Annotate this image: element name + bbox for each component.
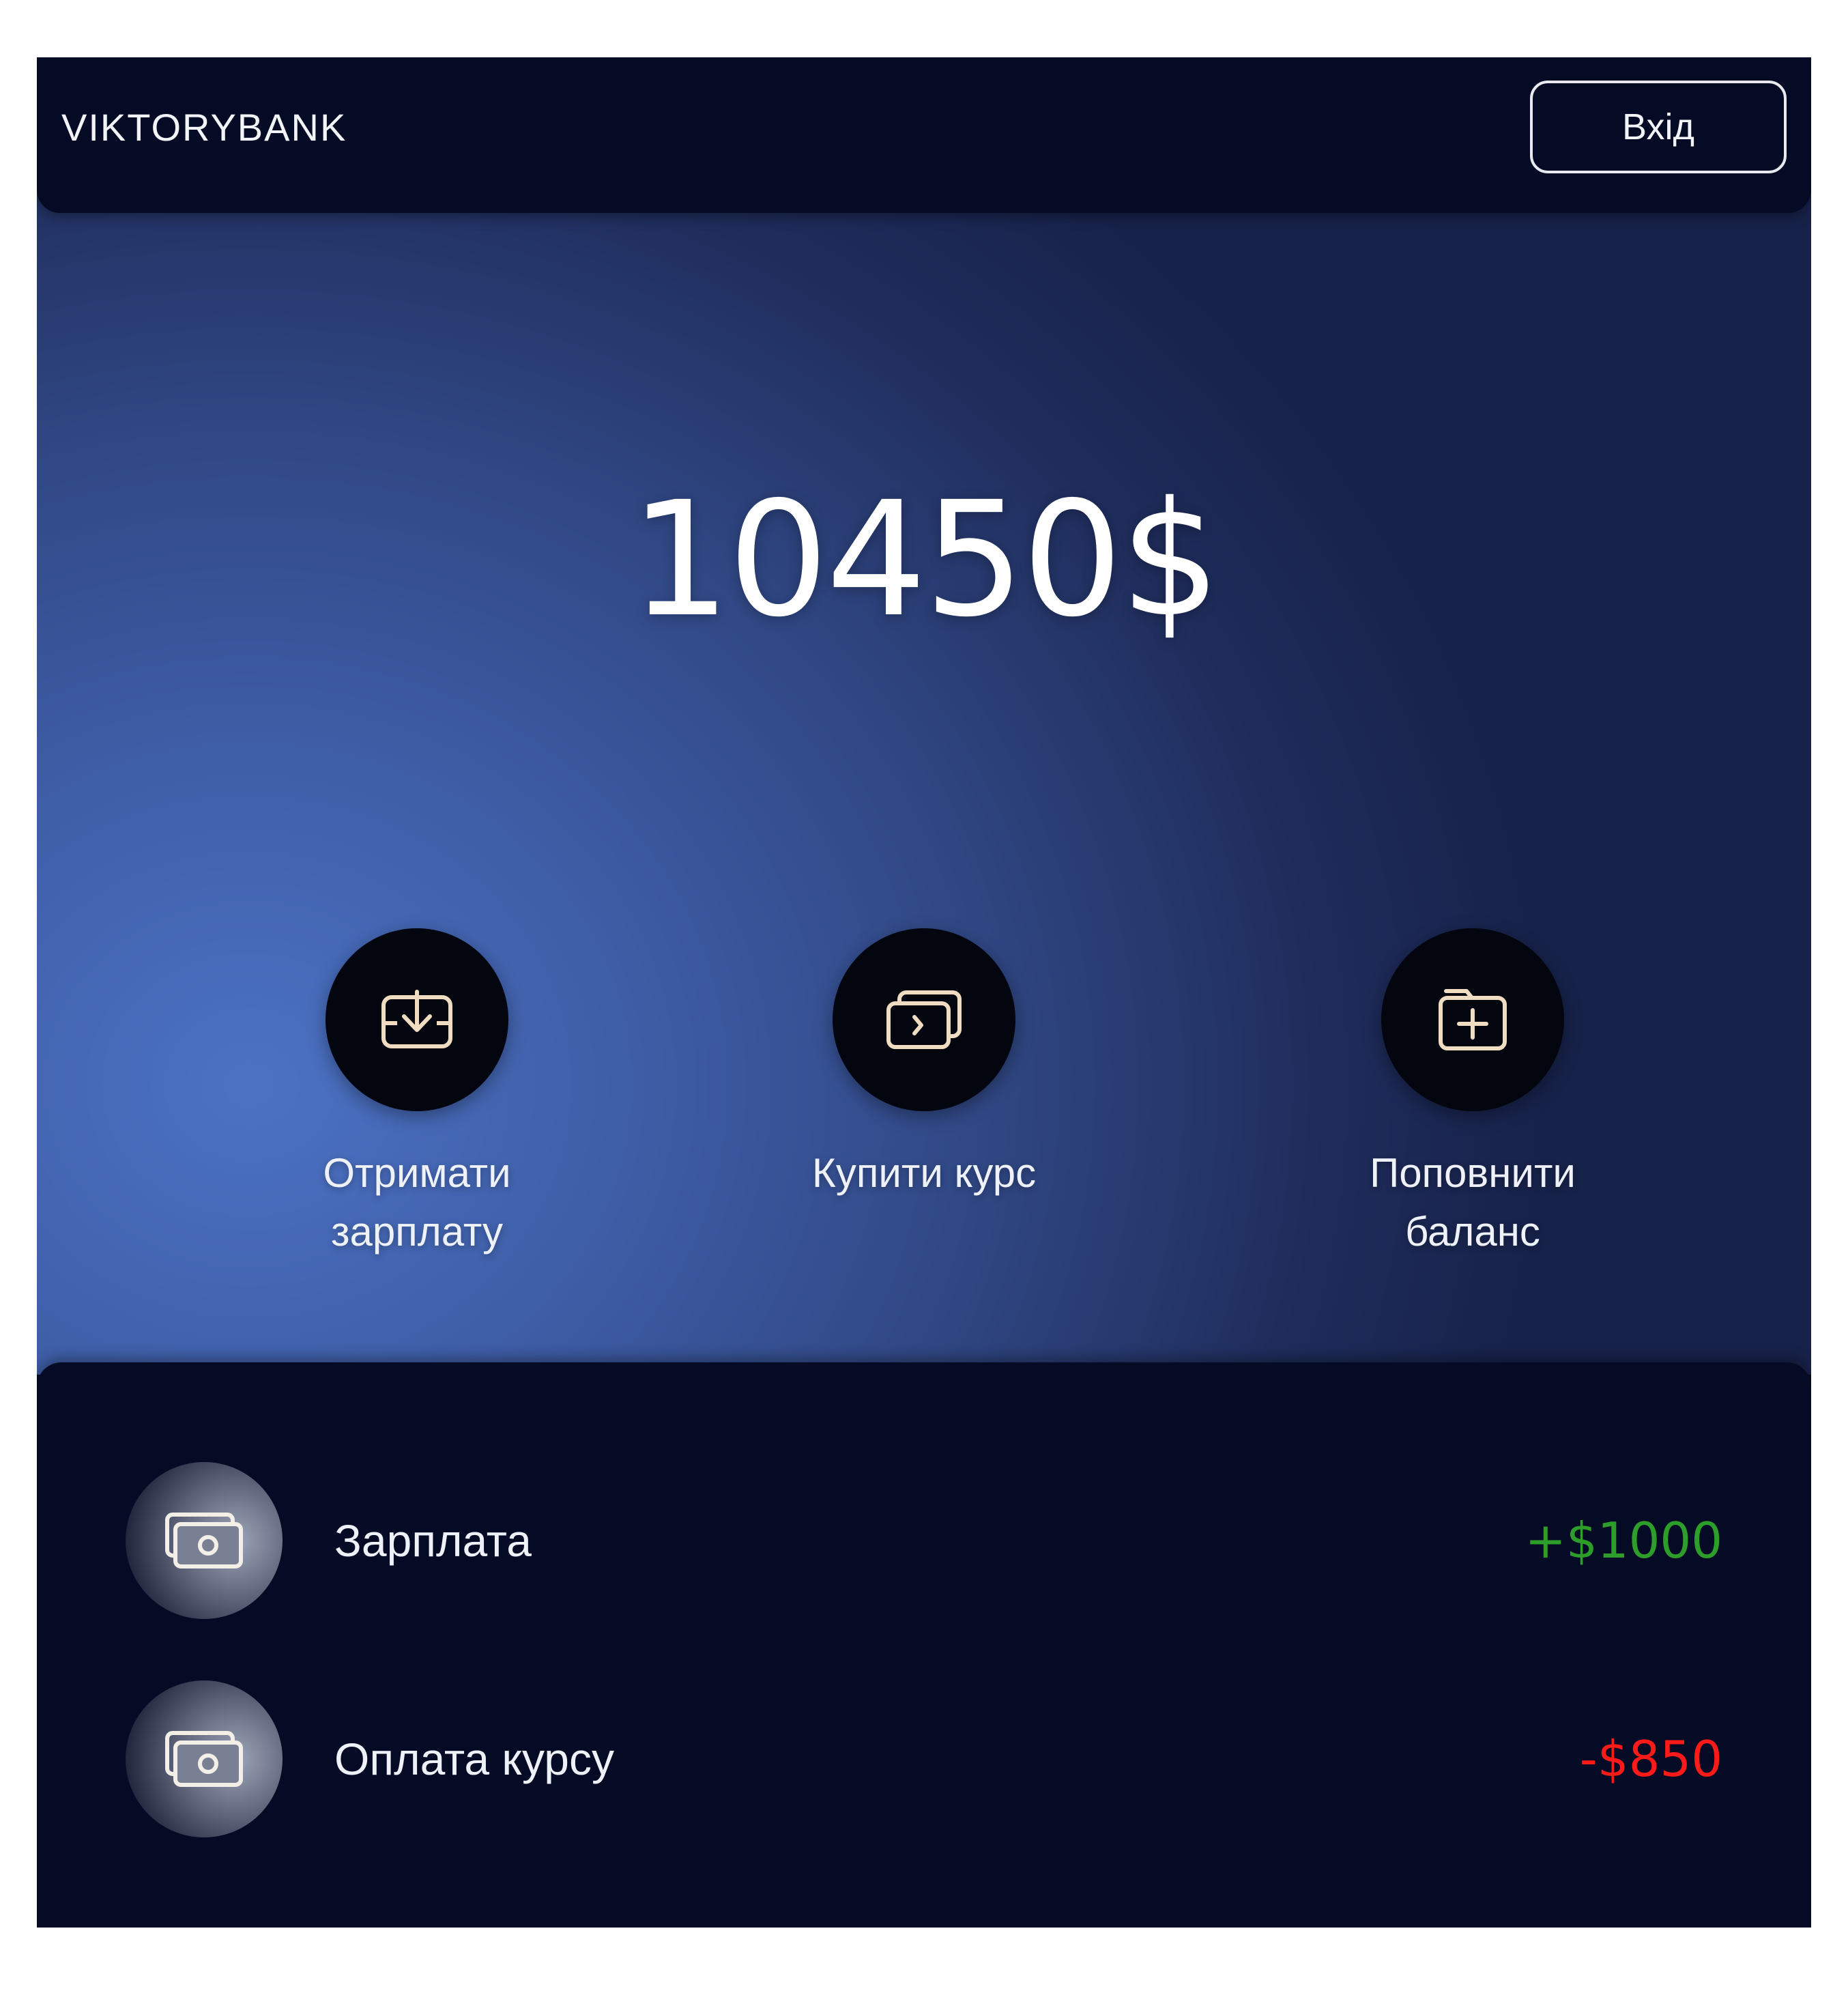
download-tray-icon: [381, 990, 452, 1048]
transaction-amount: -$850: [1579, 1730, 1722, 1788]
buy-course-label: Купити курс: [811, 1150, 1037, 1196]
cash-icon: [165, 1731, 243, 1787]
transactions-panel: Зарплата +$1000 Оплата курсу -$850: [37, 1362, 1811, 1928]
transaction-icon: [126, 1680, 283, 1837]
top-bar: VIKTORYBANK Вхід: [37, 57, 1811, 213]
transaction-name: Зарплата: [334, 1515, 532, 1566]
cards-chevron-icon: [886, 990, 962, 1049]
bank-app: 10450$ Отримати зарплату Купити курс Поп…: [37, 57, 1811, 1928]
login-button[interactable]: Вхід: [1530, 81, 1787, 173]
receive-salary-icon-circle[interactable]: [326, 928, 508, 1111]
top-up-balance-label: Поповнити баланс: [1370, 1150, 1576, 1255]
transaction-amount: +$1000: [1525, 1512, 1722, 1569]
folder-plus-icon: [1439, 989, 1507, 1050]
buy-course-button[interactable]: Купити курс: [753, 928, 1095, 1203]
transaction-name: Оплата курсу: [334, 1734, 614, 1784]
transaction-row[interactable]: Зарплата +$1000: [37, 1462, 1811, 1619]
bank-logo: VIKTORYBANK: [61, 106, 347, 149]
transaction-icon: [126, 1462, 283, 1619]
top-up-balance-button[interactable]: Поповнити баланс: [1302, 928, 1643, 1261]
buy-course-icon-circle[interactable]: [833, 928, 1015, 1111]
receive-salary-label: Отримати зарплату: [323, 1150, 511, 1255]
transaction-row[interactable]: Оплата курсу -$850: [37, 1680, 1811, 1837]
top-up-balance-icon-circle[interactable]: [1381, 928, 1564, 1111]
balance-amount: 10450$: [630, 468, 1221, 652]
balance-hero: 10450$ Отримати зарплату Купити курс Поп…: [37, 57, 1811, 1375]
cash-icon: [165, 1513, 243, 1569]
receive-salary-button[interactable]: Отримати зарплату: [246, 928, 588, 1261]
